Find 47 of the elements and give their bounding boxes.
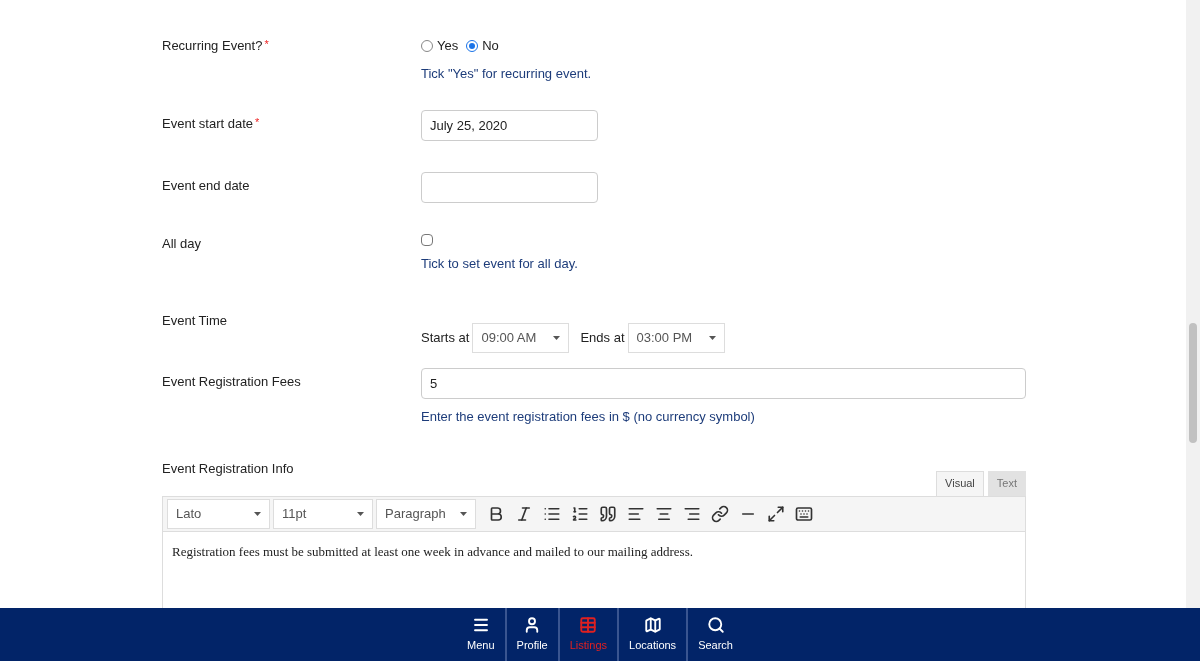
format-dropdown[interactable]: Paragraph: [376, 498, 476, 529]
scrollbar-thumb[interactable]: [1189, 323, 1197, 443]
time-dropdown[interactable]: 03:00 PM: [627, 323, 725, 353]
italic-icon[interactable]: [515, 504, 533, 523]
editor-text: Registration fees must be submitted at least one week in advance and mailed to our mailing address.: [172, 542, 694, 561]
caret-icon: [254, 511, 261, 516]
keyboard-icon[interactable]: [795, 504, 813, 523]
link-icon[interactable]: [711, 504, 729, 523]
field-label: Recurring Event?: [162, 38, 263, 53]
text-field[interactable]: 5: [421, 368, 1026, 399]
fullscreen-icon[interactable]: [767, 504, 785, 523]
field-label: Event Registration Info: [162, 460, 294, 478]
field-label: Event Registration Fees: [162, 374, 301, 389]
numbered-list-icon[interactable]: [571, 504, 589, 523]
list-icon: [579, 615, 598, 634]
checkbox[interactable]: [421, 234, 433, 246]
quote-icon[interactable]: [599, 504, 617, 523]
caret-icon: [460, 511, 467, 516]
nav-item[interactable]: Locations: [617, 608, 687, 661]
field-label: Event Time: [162, 313, 228, 328]
required-asterisk: *: [264, 38, 269, 50]
field-label: Ends at: [580, 329, 625, 348]
caret-icon: [357, 511, 364, 516]
radio-label: No: [482, 37, 499, 55]
hint-text: Tick to set event for all day.: [421, 255, 578, 273]
scrollbar[interactable]: [1186, 0, 1200, 608]
radio-label: Yes: [437, 37, 459, 55]
time-dropdown[interactable]: 09:00 AM: [472, 323, 570, 353]
required-asterisk: *: [255, 116, 260, 128]
field-label: All day: [162, 236, 202, 251]
hint-text: Enter the event registration fees in $ (no currency symbol): [421, 408, 756, 426]
map-icon: [643, 615, 662, 634]
field-label: Event end date: [162, 178, 250, 193]
font-dropdown[interactable]: Lato: [167, 498, 270, 529]
date-field[interactable]: [421, 172, 598, 203]
size-dropdown[interactable]: 11pt: [273, 498, 373, 529]
nav-item[interactable]: Profile: [504, 608, 558, 661]
field-label: Starts at: [421, 329, 470, 348]
search-icon: [706, 615, 725, 634]
editor-tab[interactable]: Visual: [936, 470, 984, 496]
hint-text: Tick "Yes" for recurring event.: [421, 64, 592, 83]
caret-icon: [553, 336, 561, 340]
nav-item[interactable]: Search: [686, 608, 743, 661]
field-label: Event start date: [162, 116, 254, 131]
caret-icon: [708, 336, 716, 340]
date-field[interactable]: July 25, 2020: [421, 110, 598, 141]
editor-tab[interactable]: Text: [987, 470, 1026, 496]
